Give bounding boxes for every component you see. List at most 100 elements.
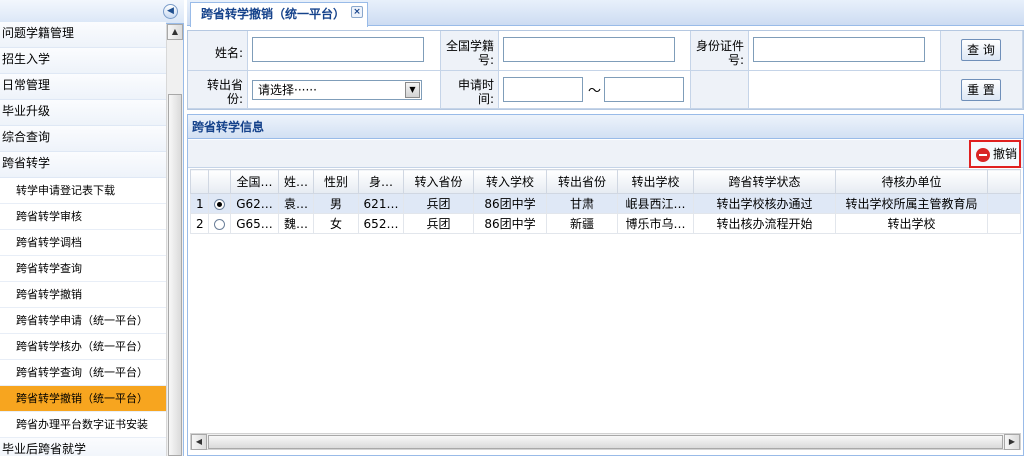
table-cell: 转出核办流程开始 <box>693 213 836 234</box>
horizontal-scrollbar[interactable]: ◀ ▶ <box>190 433 1021 450</box>
grid-panel: 跨省转学信息 撤销 全国… 姓… 性别 身… 转入省份 转入学校 转出省份 转出学校 跨省转学状… <box>187 114 1024 456</box>
column-header-8[interactable]: 转出省份 <box>546 169 618 194</box>
table-cell: 转出学校所属主管教育局 <box>835 193 988 214</box>
empty-label-cell <box>691 71 749 109</box>
nav-item-9[interactable]: 跨省转学查询 <box>0 256 166 282</box>
date-to-input[interactable] <box>604 77 684 102</box>
nav-item-13[interactable]: 跨省转学查询（统一平台） <box>0 360 166 386</box>
table-cell: 86团中学 <box>473 213 547 234</box>
tab-strip: 跨省转学撤销（统一平台） × <box>187 0 1024 27</box>
close-icon[interactable]: × <box>351 6 364 18</box>
name-input[interactable] <box>252 37 424 62</box>
column-header-7[interactable]: 转入学校 <box>473 169 547 194</box>
table-cell: 兵团 <box>403 213 474 234</box>
nav-group-4[interactable]: 综合查询 <box>0 126 166 152</box>
nav-group-16[interactable]: 毕业后跨省就学 <box>0 438 166 456</box>
nav-group-2[interactable]: 日常管理 <box>0 74 166 100</box>
id-card-label: 身份证件 号: <box>691 31 749 71</box>
nav-item-12[interactable]: 跨省转学核办（统一平台） <box>0 334 166 360</box>
nav-group-1[interactable]: 招生入学 <box>0 48 166 74</box>
grid-toolbar: 撤销 <box>188 140 1023 168</box>
table-cell-filler <box>987 193 1021 214</box>
table-cell: 女 <box>313 213 359 234</box>
from-province-cell: 请选择······ ▼ <box>248 71 441 109</box>
transfer-table: 全国… 姓… 性别 身… 转入省份 转入学校 转出省份 转出学校 跨省转学状态 待核办单位 1 G6… <box>190 169 1021 234</box>
query-button[interactable]: 查 询 <box>961 39 1001 61</box>
cancel-transfer-button[interactable]: 撤销 <box>969 140 1021 168</box>
nav-group-3[interactable]: 毕业升级 <box>0 100 166 126</box>
row-radio[interactable] <box>214 198 225 210</box>
table-row[interactable]: 2 G65… 魏… 女 652… 兵团 86团中学 新疆 博乐市乌… 转出核办流程开始 转出学校 <box>190 213 1021 234</box>
table-cell: 转出学校核办通过 <box>693 193 836 214</box>
row-select-cell[interactable] <box>208 193 231 214</box>
column-header-2[interactable]: 全国… <box>230 169 279 194</box>
national-id-cell <box>499 31 691 71</box>
row-select-cell[interactable] <box>208 213 231 234</box>
apply-time-label: 申请时 间: <box>441 71 499 109</box>
main-area: 跨省转学撤销（统一平台） × 姓名: 全国学籍 号: 身份证件 号: 查 询 转出省… <box>187 0 1024 456</box>
chevron-down-icon[interactable]: ▼ <box>405 82 420 98</box>
table-cell: 甘肃 <box>546 193 618 214</box>
horizontal-scroll-thumb[interactable] <box>208 435 1003 449</box>
nav-group-5[interactable]: 跨省转学 <box>0 152 166 178</box>
table-cell: 博乐市乌… <box>617 213 694 234</box>
id-card-cell <box>749 31 941 71</box>
column-header-4[interactable]: 性别 <box>313 169 359 194</box>
nav-item-8[interactable]: 跨省转学调档 <box>0 230 166 256</box>
column-header-6[interactable]: 转入省份 <box>403 169 474 194</box>
nav-item-7[interactable]: 跨省转学审核 <box>0 204 166 230</box>
date-from-input[interactable] <box>503 77 583 102</box>
name-label: 姓名: <box>188 31 248 71</box>
from-province-select[interactable]: 请选择······ ▼ <box>252 80 422 100</box>
table-cell: 652… <box>358 213 404 234</box>
query-cell: 查 询 <box>941 31 1023 71</box>
national-id-input[interactable] <box>503 37 675 62</box>
row-number: 2 <box>190 213 209 234</box>
scroll-up-icon[interactable]: ▲ <box>167 24 183 40</box>
column-header-3[interactable]: 姓… <box>278 169 314 194</box>
tab-label: 跨省转学撤销（统一平台） <box>201 7 346 21</box>
nav-item-14[interactable]: 跨省转学撤销（统一平台） <box>0 386 166 412</box>
table-cell: 新疆 <box>546 213 618 234</box>
nav-item-15[interactable]: 跨省办理平台数字证书安装 <box>0 412 166 438</box>
grid-title: 跨省转学信息 <box>188 115 1023 139</box>
column-header-11[interactable]: 待核办单位 <box>835 169 988 194</box>
nav-item-11[interactable]: 跨省转学申请（统一平台） <box>0 308 166 334</box>
scroll-right-icon[interactable]: ▶ <box>1004 434 1020 450</box>
column-header-5[interactable]: 身… <box>358 169 404 194</box>
nav-item-6[interactable]: 转学申请登记表下载 <box>0 178 166 204</box>
table-cell: 岷县西江… <box>617 193 694 214</box>
scroll-left-icon[interactable]: ◀ <box>191 434 207 450</box>
table-cell: 袁… <box>278 193 314 214</box>
nav-group-0[interactable]: 问题学籍管理 <box>0 22 166 48</box>
tab-cross-province-cancel[interactable]: 跨省转学撤销（统一平台） × <box>190 2 369 27</box>
minus-circle-icon <box>976 148 990 162</box>
nav-item-10[interactable]: 跨省转学撤销 <box>0 282 166 308</box>
table-cell: 86团中学 <box>473 193 547 214</box>
table-cell: 621… <box>358 193 404 214</box>
table-cell: 兵团 <box>403 193 474 214</box>
sidebar-scrollbar[interactable]: ▲ <box>166 24 183 456</box>
sidebar-header: ◀ <box>0 0 184 24</box>
column-header-filler <box>987 169 1021 194</box>
table-row[interactable]: 1 G62… 袁… 男 621… 兵团 86团中学 甘肃 岷县西江… 转出学校核办通过 转出学校所属… <box>190 193 1021 214</box>
name-cell <box>248 31 441 71</box>
table-cell: 男 <box>313 193 359 214</box>
range-separator: ～ <box>588 84 602 99</box>
from-province-label: 转出省 份: <box>188 71 248 109</box>
column-header-9[interactable]: 转出学校 <box>617 169 694 194</box>
table-header-row: 全国… 姓… 性别 身… 转入省份 转入学校 转出省份 转出学校 跨省转学状态 待核办单位 <box>190 169 1021 194</box>
collapse-sidebar-icon[interactable]: ◀ <box>163 4 178 19</box>
apply-time-cell: ～ <box>499 71 691 109</box>
row-radio[interactable] <box>214 218 225 230</box>
column-header-1 <box>208 169 231 194</box>
id-card-input[interactable] <box>753 37 925 62</box>
national-id-label: 全国学籍 号: <box>441 31 499 71</box>
reset-button[interactable]: 重 置 <box>961 79 1001 101</box>
nav-list: 问题学籍管理 招生入学 日常管理 毕业升级 综合查询 跨省转学 转学申请登记表下载 跨省转学审… <box>0 22 166 456</box>
sidebar-scroll-thumb[interactable] <box>168 94 182 456</box>
search-form: 姓名: 全国学籍 号: 身份证件 号: 查 询 转出省 份: 请选择······ ▼ <box>187 30 1024 110</box>
column-header-0 <box>190 169 209 194</box>
sidebar: ◀ 问题学籍管理 招生入学 日常管理 毕业升级 综合查询 跨省转学 转学申请登记表下载 跨省转… <box>0 0 184 456</box>
column-header-10[interactable]: 跨省转学状态 <box>693 169 836 194</box>
